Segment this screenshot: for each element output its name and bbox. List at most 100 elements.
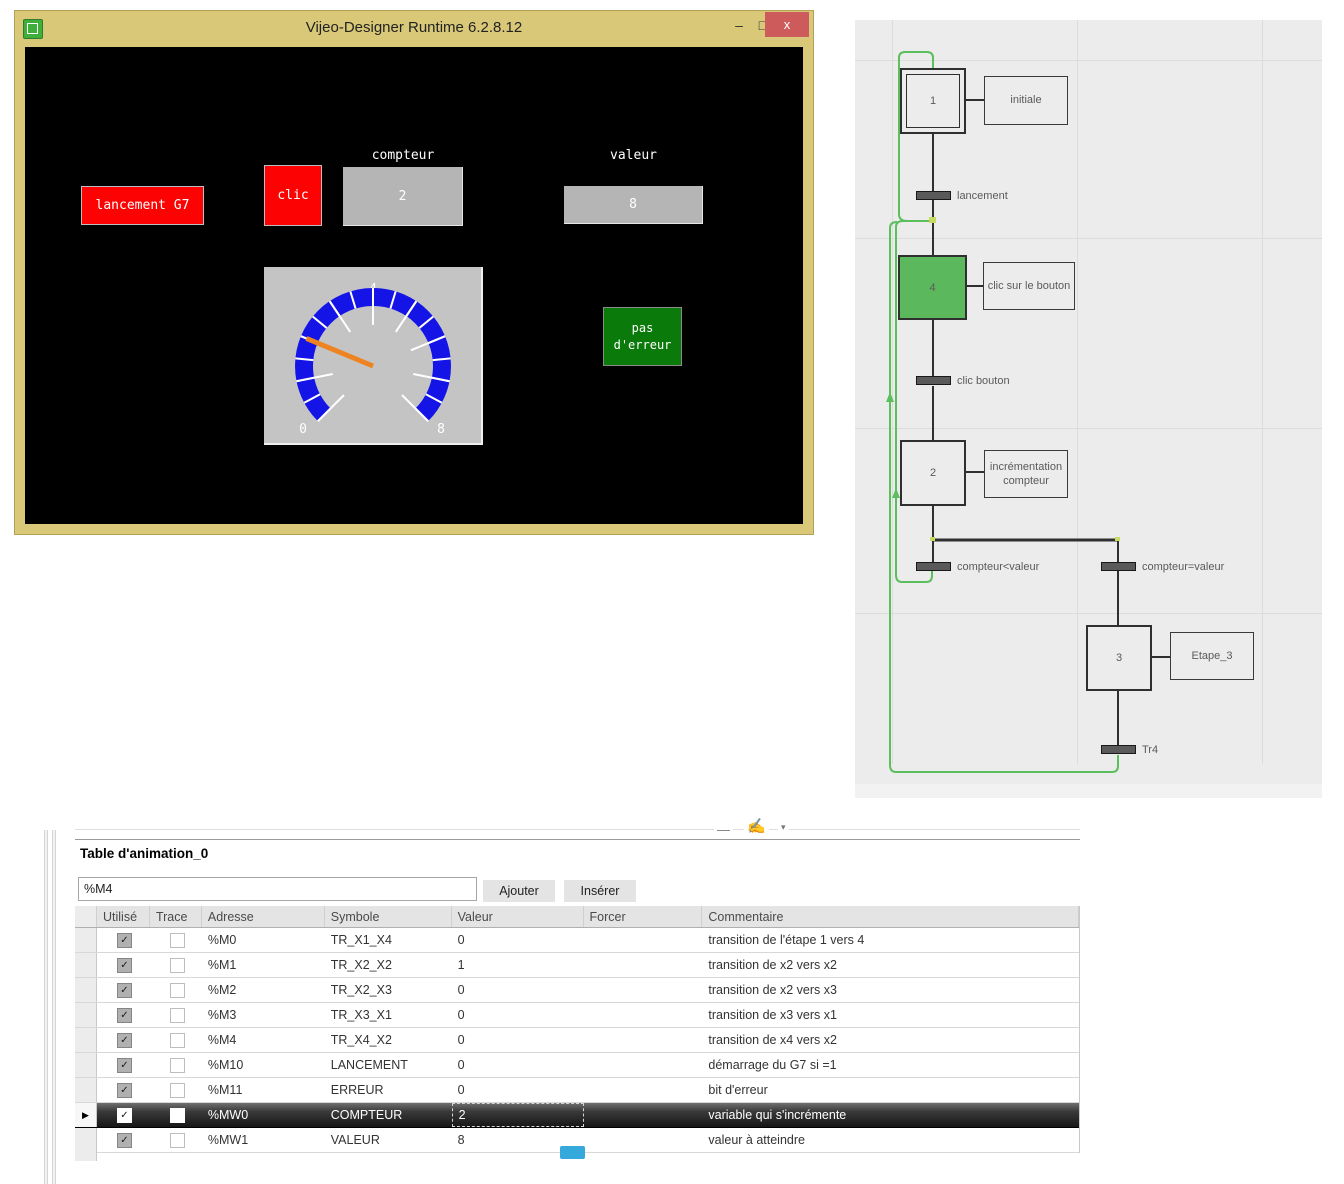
table-cell: 0 (452, 1078, 584, 1102)
table-cell (584, 1128, 703, 1152)
table-row[interactable]: ✓%M2TR_X2_X30transition de x2 vers x3 (75, 978, 1079, 1003)
table-cell: transition de x4 vers x2 (702, 1028, 1079, 1052)
checkbox-unchecked[interactable] (170, 1058, 185, 1073)
sfc-editor-panel: 1 initiale 4 clic sur le bouton 2 incrém… (855, 20, 1322, 798)
toolbar-force-icon[interactable]: ✍ (744, 817, 769, 835)
table-row[interactable]: ✓%M0TR_X1_X40transition de l'étape 1 ver… (75, 928, 1079, 953)
checkbox-unchecked[interactable] (170, 1108, 185, 1123)
sfc-comment-initiale[interactable]: initiale (984, 76, 1068, 125)
checkbox-unchecked[interactable] (170, 1083, 185, 1098)
desktop: Vijeo-Designer Runtime 6.2.8.12 – □ x la… (0, 0, 1344, 1184)
table-row[interactable]: ✓%M11ERREUR0bit d'erreur (75, 1078, 1079, 1103)
gauge: 0 4 8 (264, 267, 481, 443)
checkbox-checked[interactable]: ✓ (117, 958, 132, 973)
checkbox-checked[interactable]: ✓ (117, 1083, 132, 1098)
sfc-comment-incrementation[interactable]: incrémentation compteur (984, 450, 1068, 498)
horizontal-scrollbar[interactable] (855, 784, 1322, 798)
checkbox-checked[interactable]: ✓ (117, 933, 132, 948)
row-header-cell (75, 1003, 97, 1027)
table-row[interactable]: ✓%M3TR_X3_X10transition de x3 vers x1 (75, 1003, 1079, 1028)
sfc-transition-compteur-eq-valeur[interactable] (1101, 562, 1136, 571)
checkbox-checked[interactable]: ✓ (117, 1133, 132, 1148)
table-cell (584, 1103, 703, 1127)
table-row[interactable]: ✓%M1TR_X2_X21transition de x2 vers x2 (75, 953, 1079, 978)
checkbox-unchecked[interactable] (170, 983, 185, 998)
titlebar[interactable]: Vijeo-Designer Runtime 6.2.8.12 – □ x (15, 11, 813, 47)
close-button[interactable]: x (765, 12, 809, 37)
checkbox-checked[interactable]: ✓ (117, 983, 132, 998)
ajouter-button[interactable]: Ajouter (483, 880, 555, 902)
column-header-trace[interactable]: Trace (150, 906, 202, 927)
sfc-transition-label: Tr4 (1142, 744, 1158, 756)
toolbar-caret-down-icon[interactable]: ▾ (778, 822, 789, 833)
table-cell: TR_X4_X2 (325, 1028, 452, 1052)
table-cell: TR_X2_X2 (325, 953, 452, 977)
sfc-green-links (890, 52, 1118, 772)
sfc-step-1-initial[interactable]: 1 (900, 68, 966, 134)
inserer-button[interactable]: Insérer (564, 880, 636, 902)
checkbox-unchecked[interactable] (170, 1133, 185, 1148)
sfc-transition-label: compteur=valeur (1142, 561, 1224, 573)
row-header-cell (75, 928, 97, 952)
checkbox-checked[interactable]: ✓ (117, 1108, 132, 1123)
checkbox-unchecked[interactable] (170, 933, 185, 948)
lancement-g7-button[interactable]: lancement G7 (81, 186, 204, 225)
table-row[interactable]: ✓%M4TR_X4_X20transition de x4 vers x2 (75, 1028, 1079, 1053)
sfc-transition-clic-bouton[interactable] (916, 376, 951, 385)
table-cell (584, 1053, 703, 1077)
table-cell (150, 1078, 202, 1102)
table-cell: démarrage du G7 si =1 (702, 1053, 1079, 1077)
row-header-cell (75, 1053, 97, 1077)
table-cell: %MW0 (202, 1103, 325, 1127)
gauge-min-label: 0 (299, 422, 307, 437)
sfc-transition-tr4[interactable] (1101, 745, 1136, 754)
table-cell: 0 (452, 1028, 584, 1052)
column-header-adresse[interactable]: Adresse (202, 906, 325, 927)
table-cell: %M3 (202, 1003, 325, 1027)
checkbox-checked[interactable]: ✓ (117, 1008, 132, 1023)
table-cell (584, 978, 703, 1002)
table-cell: ✓ (97, 1028, 150, 1052)
column-header-forcer[interactable]: Forcer (584, 906, 703, 927)
panel-splitter[interactable] (44, 830, 48, 1184)
table-row[interactable]: ✓%M10LANCEMENT0démarrage du G7 si =1 (75, 1053, 1079, 1078)
sfc-step-4-active[interactable]: 4 (898, 255, 967, 320)
sfc-comment-clic-sur-le-bouton[interactable]: clic sur le bouton (983, 262, 1075, 310)
column-header-valeur[interactable]: Valeur (452, 906, 584, 927)
clic-button[interactable]: clic (264, 165, 322, 226)
panel-splitter[interactable] (52, 830, 56, 1184)
table-cell (150, 1103, 202, 1127)
address-input[interactable] (78, 877, 477, 901)
hmi-screen: lancement G7 clic compteur 2 valeur 8 0 … (25, 47, 803, 524)
column-header-commentaire[interactable]: Commentaire (702, 906, 1079, 927)
table-cell: ✓ (97, 1003, 150, 1027)
column-header-utilise[interactable]: Utilisé (97, 906, 150, 927)
toolbar-dash-icon[interactable]: — (714, 822, 733, 837)
row-header-cell (75, 1128, 97, 1152)
row-header-cell (75, 1028, 97, 1052)
column-header-symbole[interactable]: Symbole (325, 906, 452, 927)
table-cell: ✓ (97, 1128, 150, 1152)
table-cell: TR_X1_X4 (325, 928, 452, 952)
table-cell: COMPTEUR (325, 1103, 452, 1127)
minimize-button[interactable]: – (729, 17, 749, 33)
table-cell: ✓ (97, 928, 150, 952)
row-header-cell (75, 953, 97, 977)
table-row-selected[interactable]: ▶✓%MW0COMPTEUR2variable qui s'incrémente (75, 1103, 1079, 1128)
sfc-transition-compteur-lt-valeur[interactable] (916, 562, 951, 571)
table-cell: ✓ (97, 1053, 150, 1077)
checkbox-unchecked[interactable] (170, 1008, 185, 1023)
checkbox-checked[interactable]: ✓ (117, 1058, 132, 1073)
sfc-step-2[interactable]: 2 (900, 440, 966, 506)
table-cell: variable qui s'incrémente (702, 1103, 1079, 1127)
checkbox-checked[interactable]: ✓ (117, 1033, 132, 1048)
checkbox-unchecked[interactable] (170, 1033, 185, 1048)
table-cell: ✓ (97, 1103, 150, 1127)
sfc-transition-lancement[interactable] (916, 191, 951, 200)
valeur-label: valeur (564, 148, 703, 163)
sfc-comment-etape3[interactable]: Etape_3 (1170, 632, 1254, 680)
sfc-step-3[interactable]: 3 (1086, 625, 1152, 691)
row-header-cell: ▶ (75, 1103, 97, 1127)
table-cell: 0 (452, 1053, 584, 1077)
checkbox-unchecked[interactable] (170, 958, 185, 973)
